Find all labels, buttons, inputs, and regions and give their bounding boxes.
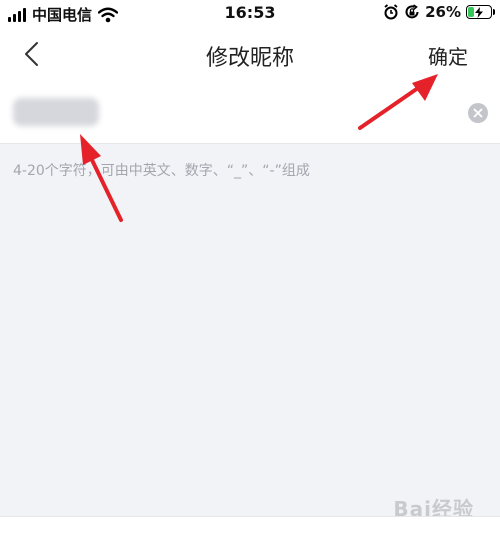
battery-percent: 26%: [425, 3, 461, 21]
charging-bolt-icon: [475, 6, 483, 18]
orientation-lock-icon: [405, 4, 419, 19]
clear-button[interactable]: [468, 103, 488, 123]
confirm-button[interactable]: 确定: [428, 41, 468, 70]
nickname-rules-hint: 4-20个字符，可由中英文、数字、“_”、“-”组成: [13, 163, 310, 179]
nickname-input[interactable]: [0, 82, 500, 144]
status-bar: 中国电信 16:53 26%: [0, 0, 500, 26]
page-title: 修改昵称: [205, 46, 294, 71]
nickname-value-redacted: [13, 98, 99, 126]
bottom-bar: [0, 516, 500, 536]
status-bar-right: 26%: [383, 3, 495, 21]
battery-icon: [466, 5, 495, 19]
alarm-icon: [384, 4, 398, 20]
nav-bar: 修改昵称 确定: [0, 26, 500, 82]
clear-icon: [473, 108, 483, 118]
